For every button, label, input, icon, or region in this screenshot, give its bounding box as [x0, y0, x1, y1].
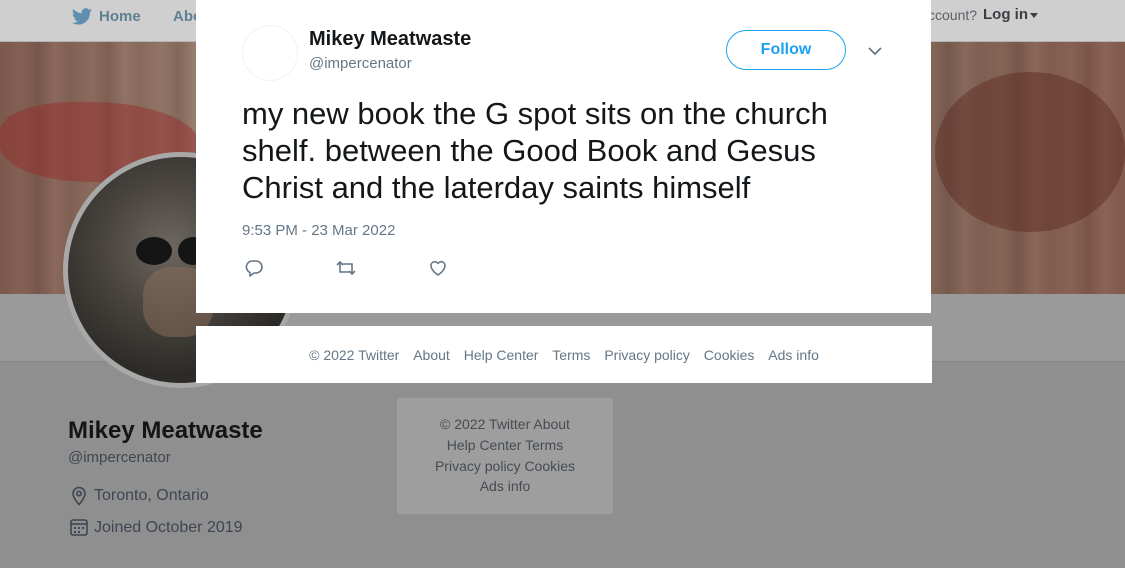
have-account-text: ccount?	[928, 7, 978, 23]
footer-privacy-link[interactable]: Privacy policy	[604, 347, 690, 363]
tweet-timestamp[interactable]: 9:53 PM - 23 Mar 2022	[242, 222, 395, 239]
caret-down-icon[interactable]	[1030, 13, 1038, 18]
dimmed-footer-line-1[interactable]: © 2022 Twitter About	[397, 416, 613, 432]
twitter-bird-icon[interactable]	[70, 6, 94, 28]
retweet-icon[interactable]	[335, 258, 357, 278]
profile-location: Toronto, Ontario	[94, 487, 209, 504]
tweet-text: my new book the G spot sits on the churc…	[242, 96, 828, 205]
dimmed-footer-links: © 2022 Twitter About Help Center Terms P…	[397, 398, 613, 514]
footer-copyright: © 2022 Twitter	[309, 347, 400, 363]
tweet-author-avatar[interactable]	[242, 25, 298, 81]
dimmed-footer-line-2[interactable]: Help Center Terms	[397, 437, 613, 453]
location-pin-icon	[72, 486, 86, 506]
footer-terms-link[interactable]: Terms	[552, 347, 590, 363]
profile-handle[interactable]: @impercenator	[68, 449, 171, 466]
footer-links-bar: © 2022 Twitter About Help Center Terms P…	[196, 326, 932, 383]
profile-name: Mikey Meatwaste	[68, 417, 263, 444]
footer-help-center-link[interactable]: Help Center	[464, 347, 539, 363]
dimmed-footer-line-3[interactable]: Privacy policy Cookies	[397, 458, 613, 474]
footer-about-link[interactable]: About	[413, 347, 450, 363]
like-icon[interactable]	[428, 258, 448, 278]
home-link[interactable]: Home	[99, 8, 141, 25]
chevron-down-icon[interactable]	[867, 43, 883, 59]
tweet-author-name[interactable]: Mikey Meatwaste	[309, 28, 471, 51]
footer-cookies-link[interactable]: Cookies	[704, 347, 755, 363]
reply-icon[interactable]	[244, 258, 264, 278]
profile-joined-date: Joined October 2019	[94, 519, 243, 536]
footer-ads-info-link[interactable]: Ads info	[768, 347, 819, 363]
tweet-card: Mikey Meatwaste @impercenator Follow my …	[196, 0, 931, 313]
follow-button[interactable]: Follow	[726, 30, 846, 70]
login-link[interactable]: Log in	[983, 6, 1028, 23]
calendar-icon	[70, 519, 88, 536]
tweet-author-handle[interactable]: @impercenator	[309, 55, 412, 72]
dimmed-footer-line-4[interactable]: Ads info	[397, 478, 613, 494]
footer-links: © 2022 Twitter About Help Center Terms P…	[196, 347, 932, 363]
